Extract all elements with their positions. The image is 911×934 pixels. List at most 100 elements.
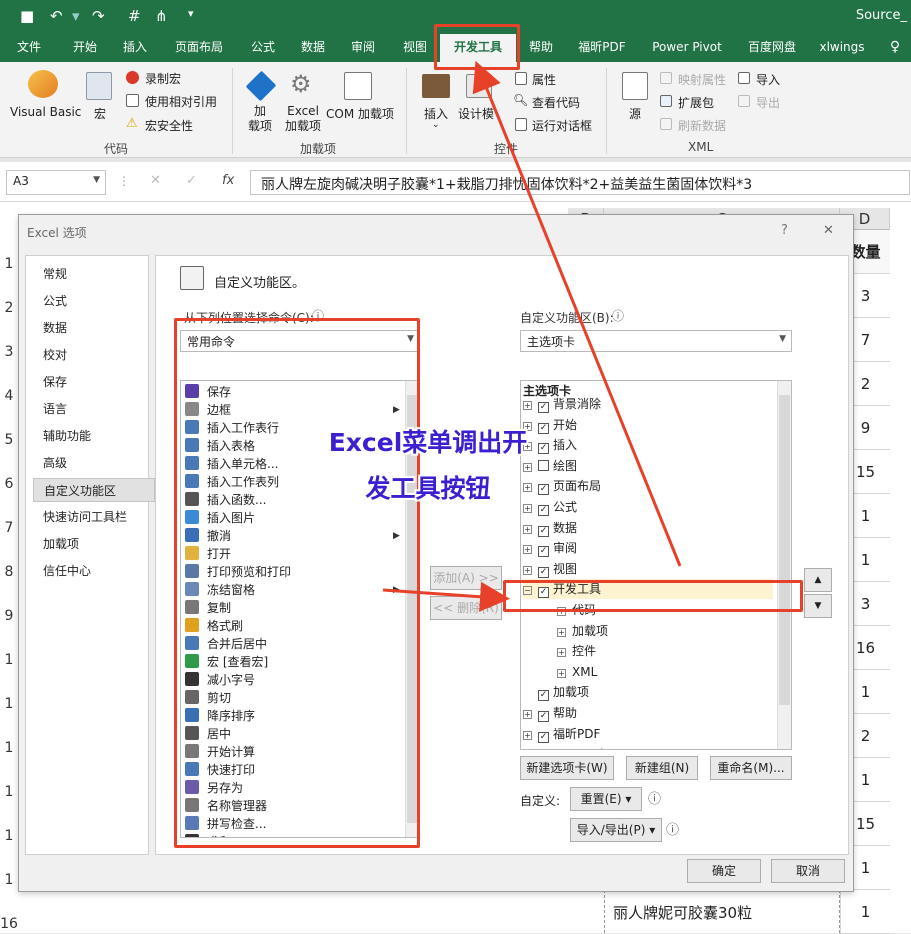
tree-item[interactable]: + 加载项 bbox=[557, 621, 608, 641]
row-number[interactable]: 1 bbox=[0, 256, 18, 272]
expand-icon[interactable]: + bbox=[523, 524, 532, 534]
nav-item[interactable]: 辅助功能 bbox=[33, 424, 155, 448]
row-number[interactable]: 1 bbox=[0, 652, 18, 668]
record-macro-icon[interactable] bbox=[126, 71, 139, 84]
expansion-pack-label[interactable]: 扩展包 bbox=[678, 94, 714, 111]
formula-input[interactable]: 丽人牌左旋肉碱决明子胶囊*1+栽脂刀排忧固体饮料*2+益美益生菌固体饮料*3 bbox=[250, 170, 910, 195]
tree-item[interactable]: + ✓ 背景消除 bbox=[523, 394, 601, 414]
tab-file[interactable]: 文件 bbox=[6, 34, 52, 62]
tab-power-pivot[interactable]: Power Pivot bbox=[644, 34, 730, 62]
macro-label[interactable]: 宏 bbox=[94, 105, 106, 122]
nav-item[interactable]: 公式 bbox=[33, 289, 155, 313]
tab-xlwings[interactable]: xlwings bbox=[812, 34, 872, 62]
nav-item[interactable]: 快速访问工具栏 bbox=[33, 505, 155, 529]
row-number[interactable]: 8 bbox=[0, 564, 18, 580]
undo-icon[interactable]: ↶ bbox=[50, 7, 63, 25]
row-number[interactable]: 9 bbox=[0, 608, 18, 624]
expand-icon[interactable]: + bbox=[557, 648, 566, 658]
help-icon[interactable]: ? bbox=[781, 223, 788, 238]
design-mode-icon[interactable] bbox=[466, 74, 492, 98]
expand-icon[interactable]: + bbox=[523, 710, 532, 719]
hierarchy-icon[interactable]: ⋔ bbox=[155, 7, 168, 25]
com-addins-label[interactable]: COM 加载项 bbox=[326, 105, 394, 122]
row-number[interactable]: 1 bbox=[0, 784, 18, 800]
insert-control-toolbox-icon[interactable] bbox=[422, 74, 450, 98]
addins-label[interactable]: 加 载项 bbox=[248, 104, 272, 134]
undo-dropdown-icon[interactable]: ▾ bbox=[72, 7, 80, 25]
expand-icon[interactable]: + bbox=[523, 730, 532, 740]
row-number[interactable]: 6 bbox=[0, 476, 18, 492]
view-code-label[interactable]: 查看代码 bbox=[532, 94, 580, 111]
qat-dropdown-icon[interactable]: ▾ bbox=[188, 7, 194, 20]
nav-item[interactable]: 高级 bbox=[33, 451, 155, 475]
row-number[interactable]: 3 bbox=[0, 344, 18, 360]
tree-item[interactable]: + 控件 bbox=[557, 641, 596, 661]
visual-basic-icon[interactable] bbox=[28, 70, 58, 98]
tree-scrollbar[interactable] bbox=[777, 381, 791, 749]
nav-item[interactable]: 常规 bbox=[33, 262, 155, 286]
run-dialog-icon[interactable] bbox=[515, 118, 527, 131]
enter-check-icon[interactable]: ✓ bbox=[186, 173, 197, 188]
relative-reference-label[interactable]: 使用相对引用 bbox=[145, 93, 217, 110]
tree-item[interactable]: + XML bbox=[557, 662, 597, 682]
row-number[interactable]: 1 bbox=[0, 740, 18, 756]
expand-icon[interactable]: + bbox=[523, 401, 532, 410]
reset-button[interactable]: 重置(E) ▾ bbox=[570, 787, 642, 811]
move-up-button[interactable]: ▲ bbox=[804, 568, 832, 592]
expand-icon[interactable]: + bbox=[523, 565, 532, 575]
tree-item[interactable]: + ✓ 帮助 bbox=[523, 703, 577, 723]
row-number[interactable]: 7 bbox=[0, 520, 18, 536]
ribbon-tree[interactable]: 主选项卡 + ✓ 背景消除 + ✓ 开始 + ✓ 插入 + 绘图 + ✓ 页面布局 + ✓ 公式 + ✓ 数据 + ✓ 审阅… bbox=[520, 380, 792, 750]
lightbulb-icon[interactable]: ♀ bbox=[884, 34, 906, 62]
import-label[interactable]: 导入 bbox=[756, 71, 780, 88]
row-number[interactable]: 4 bbox=[0, 388, 18, 404]
row-number[interactable]: 1 bbox=[0, 872, 18, 888]
properties-label[interactable]: 属性 bbox=[532, 71, 556, 88]
remove-button[interactable]: << 删除(R) bbox=[430, 596, 502, 620]
tab-foxit-pdf[interactable]: 福昕PDF bbox=[570, 34, 634, 62]
nav-item[interactable]: 校对 bbox=[33, 343, 155, 367]
row-number[interactable]: 16 bbox=[0, 916, 18, 932]
tree-item[interactable]: + ✓ 视图 bbox=[523, 559, 577, 579]
row-number[interactable]: 2 bbox=[0, 300, 18, 316]
excel-addins-gear-icon[interactable]: ⚙ bbox=[290, 70, 312, 98]
excel-addins-label[interactable]: Excel 加载项 bbox=[285, 104, 321, 134]
row-number[interactable]: 1 bbox=[0, 696, 18, 712]
checkbox[interactable]: ✓ bbox=[538, 546, 549, 558]
row-number[interactable]: 1 bbox=[0, 828, 18, 844]
addins-cube-icon[interactable] bbox=[245, 70, 277, 102]
checkbox[interactable]: ✓ bbox=[538, 525, 549, 537]
tab-page-layout[interactable]: 页面布局 bbox=[168, 34, 230, 62]
import-export-button[interactable]: 导入/导出(P) ▾ bbox=[570, 818, 662, 842]
checkbox[interactable]: ✓ bbox=[538, 566, 549, 578]
chevron-down-icon[interactable]: ▼ bbox=[93, 175, 100, 185]
expansion-pack-icon[interactable] bbox=[660, 95, 672, 107]
visual-basic-label[interactable]: Visual Basic bbox=[10, 105, 81, 119]
xml-source-label[interactable]: 源 bbox=[629, 105, 641, 122]
new-tab-button[interactable]: 新建选项卡(W) bbox=[520, 756, 614, 780]
row-number[interactable]: 5 bbox=[0, 432, 18, 448]
rename-button[interactable]: 重命名(M)... bbox=[710, 756, 792, 780]
checkbox[interactable]: ✓ bbox=[538, 690, 549, 702]
run-dialog-label[interactable]: 运行对话框 bbox=[532, 117, 592, 134]
tab-insert[interactable]: 插入 bbox=[112, 34, 158, 62]
nav-item[interactable]: 数据 bbox=[33, 316, 155, 340]
move-down-button[interactable]: ▼ bbox=[804, 594, 832, 618]
tree-item[interactable]: ✓ 加载项 bbox=[523, 682, 589, 702]
add-button[interactable]: 添加(A) >> bbox=[430, 566, 502, 590]
last-product-cell[interactable]: 丽人牌妮可胶囊30粒 bbox=[604, 890, 840, 933]
scrollbar-thumb[interactable] bbox=[779, 395, 790, 705]
design-mode-label[interactable]: 设计模 bbox=[458, 105, 494, 122]
save-icon[interactable]: ■ bbox=[20, 7, 34, 25]
relative-reference-icon[interactable] bbox=[126, 94, 139, 107]
tab-baidu-netdisk[interactable]: 百度网盘 bbox=[738, 34, 806, 62]
hash-icon[interactable]: # bbox=[128, 7, 141, 25]
tab-help[interactable]: 帮助 bbox=[518, 34, 564, 62]
tab-review[interactable]: 审阅 bbox=[340, 34, 386, 62]
cancel-icon[interactable]: ✕ bbox=[150, 173, 161, 188]
insert-function-icon[interactable]: fx bbox=[222, 173, 234, 188]
checkbox[interactable]: ✓ bbox=[538, 402, 549, 413]
record-macro-label[interactable]: 录制宏 bbox=[145, 70, 181, 87]
qty-cell[interactable]: 1 bbox=[840, 890, 890, 934]
macro-security-label[interactable]: 宏安全性 bbox=[145, 117, 193, 134]
